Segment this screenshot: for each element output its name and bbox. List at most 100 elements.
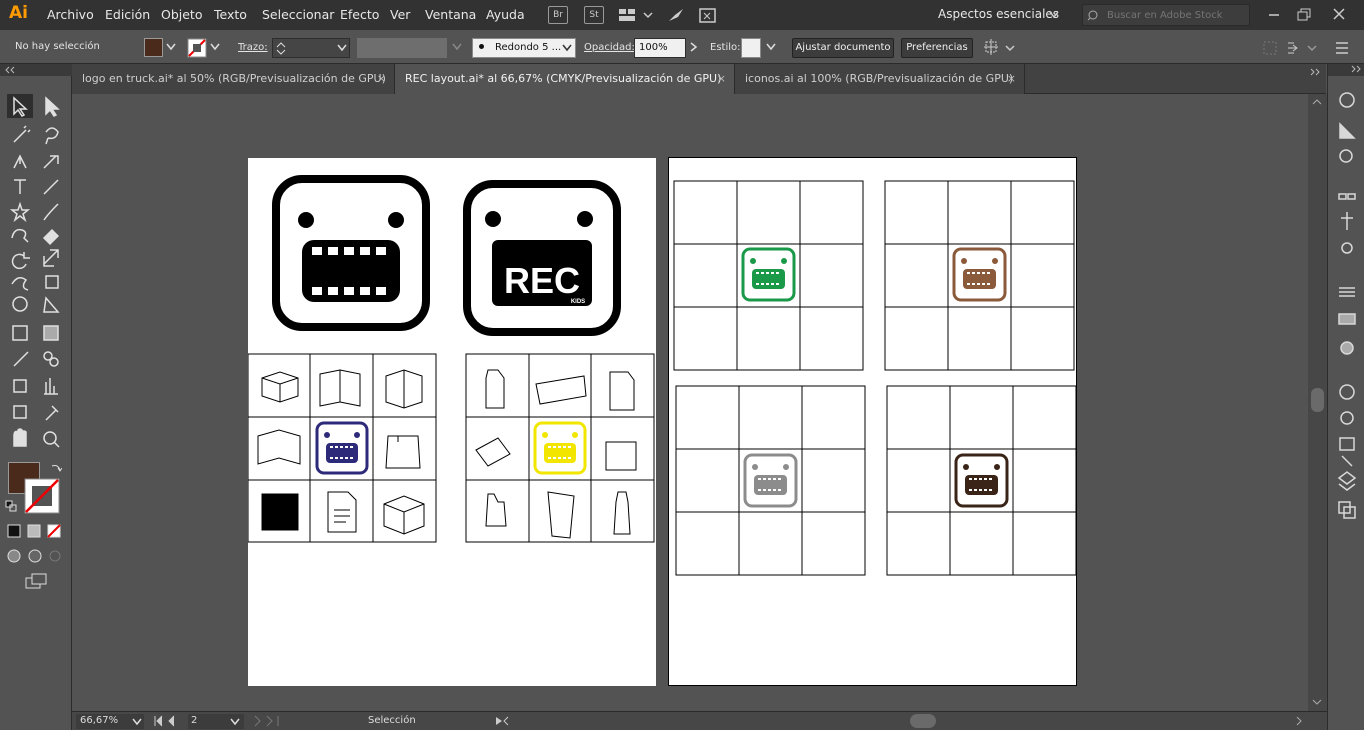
chevron-down-icon[interactable] [230, 718, 240, 726]
menu-texto[interactable]: Texto [214, 7, 247, 22]
graphic-style-swatch[interactable] [741, 38, 761, 58]
artboard-number-field[interactable]: 2 [188, 714, 244, 729]
artboard-number[interactable]: 2 [191, 715, 197, 726]
chevron-right-icon[interactable] [690, 42, 698, 52]
star-tool-icon [9, 201, 31, 223]
green-mascot [741, 247, 796, 302]
water-bottle-icon [613, 491, 631, 535]
brush-name: Redondo 5 ... [495, 42, 562, 53]
scroll-right-icon[interactable] [1294, 715, 1304, 727]
panel-icons[interactable] [1336, 92, 1358, 552]
tin-cans-icon [605, 441, 637, 471]
opacity-label[interactable]: Opacidad: [584, 42, 635, 53]
tab-rec-layout[interactable]: REC layout.ai* al 66,67% (CMYK/Previsual… [395, 64, 735, 94]
menu-archivo[interactable]: Archivo [47, 7, 94, 22]
panel-options-icons[interactable] [1262, 40, 1352, 56]
menu-edicion[interactable]: Edición [105, 7, 150, 22]
opacity-value[interactable]: 100% [639, 42, 668, 53]
default-colors-icon[interactable] [5, 500, 17, 512]
chevron-down-icon[interactable] [452, 43, 462, 51]
zoom-value[interactable]: 66,67% [80, 715, 118, 726]
search-input[interactable] [1107, 7, 1245, 23]
close-tab-icon[interactable]: × [717, 64, 726, 94]
chevron-down-icon[interactable] [337, 44, 347, 52]
stroke-label[interactable]: Trazo: [238, 42, 268, 53]
chevron-down-icon[interactable] [210, 43, 220, 51]
color-mode-icons[interactable] [7, 524, 67, 540]
close-tab-icon[interactable]: × [377, 64, 386, 94]
purple-mascot [315, 421, 369, 475]
current-tool-status[interactable]: Selección [368, 715, 416, 726]
menu-ventana[interactable]: Ventana [425, 7, 476, 22]
status-menu-arrow[interactable] [492, 715, 512, 727]
book-icon [257, 429, 301, 465]
chevron-down-icon[interactable] [1049, 11, 1059, 19]
screen-mode-icon[interactable] [24, 572, 48, 590]
scroll-down-icon[interactable] [1312, 698, 1322, 706]
stroke-color-box[interactable] [24, 478, 60, 514]
preferences-button[interactable]: Preferencias [901, 38, 973, 58]
stroke-swatch[interactable] [187, 38, 207, 58]
collapse-icon[interactable] [4, 66, 16, 74]
align-options-icon[interactable] [983, 38, 1017, 58]
eraser-tool-icon [42, 228, 60, 246]
stroke-weight-field[interactable] [272, 38, 350, 58]
menu-seleccionar[interactable]: Seleccionar [262, 7, 334, 22]
mesh-tool-icon [12, 325, 28, 341]
free-transform-tool-icon [45, 275, 59, 289]
gpu-performance-icon[interactable] [666, 6, 686, 24]
fill-swatch[interactable] [144, 38, 163, 57]
artboard-nav-next[interactable] [252, 715, 286, 727]
swap-fill-stroke-icon[interactable] [50, 462, 62, 474]
shaper-tool-icon [11, 228, 29, 243]
width-tool-icon [11, 277, 29, 291]
close-tab-icon[interactable]: × [1007, 64, 1016, 94]
artboard-1[interactable]: REC KIDS [247, 158, 656, 686]
chevron-down-icon[interactable] [132, 718, 142, 726]
scroll-thumb[interactable] [1311, 388, 1324, 412]
menu-bar: Ai Archivo Edición Objeto Texto Seleccio… [0, 0, 1364, 30]
stock-search[interactable] [1082, 4, 1250, 26]
curvature-tool-icon [43, 155, 59, 169]
appearance-panel-icon [1339, 384, 1355, 400]
expand-panels-icon[interactable] [1328, 64, 1364, 76]
sync-icon[interactable] [698, 6, 718, 24]
lasso-tool-icon [45, 127, 59, 145]
chevron-down-icon[interactable] [166, 43, 176, 51]
tab-label: iconos.ai al 100% (RGB/Previsualización … [745, 72, 1014, 85]
selection-status: No hay selección [15, 41, 100, 52]
scroll-up-icon[interactable] [1312, 98, 1322, 106]
tab-iconos[interactable]: iconos.ai al 100% (RGB/Previsualización … [735, 64, 1025, 94]
artboard-nav-prev[interactable] [152, 715, 186, 727]
canvas-area[interactable]: REC KIDS [72, 94, 1308, 711]
opacity-field[interactable]: 100% [634, 38, 686, 58]
brush-definition[interactable]: Redondo 5 ... [472, 38, 576, 58]
bridge-icon[interactable]: Br [548, 6, 568, 24]
yellow-mascot [533, 421, 587, 475]
arrange-documents-icon[interactable] [618, 7, 654, 23]
search-icon [1087, 10, 1098, 21]
vertical-scrollbar[interactable] [1308, 94, 1327, 711]
perspective-grid-tool-icon [43, 296, 60, 313]
tab-overflow-icon[interactable] [1308, 68, 1322, 78]
draw-mode-icons[interactable] [7, 548, 67, 564]
menu-ver[interactable]: Ver [390, 7, 410, 22]
panel-dock [1327, 64, 1364, 730]
tab-logo-en-truck[interactable]: logo en truck.ai* al 50% (RGB/Previsuali… [72, 64, 395, 94]
workspace-switcher[interactable]: Aspectos esenciales [938, 7, 1059, 21]
stock-icon[interactable]: St [584, 6, 604, 24]
variable-width-profile[interactable] [357, 38, 447, 58]
menu-efecto[interactable]: Efecto [340, 7, 379, 22]
menu-ayuda[interactable]: Ayuda [486, 7, 525, 22]
adjust-document-button[interactable]: Ajustar documento [792, 38, 894, 58]
tab-label: REC layout.ai* al 66,67% (CMYK/Previsual… [405, 72, 722, 85]
artboard-1-artwork: REC KIDS [247, 175, 655, 543]
chevron-down-icon[interactable] [766, 43, 776, 51]
menu-objeto[interactable]: Objeto [161, 7, 203, 22]
stepper-icon[interactable] [276, 41, 286, 55]
horizontal-scroll-thumb[interactable] [910, 714, 936, 728]
tools-panel-header[interactable] [0, 64, 72, 76]
artboard-2[interactable] [668, 157, 1077, 686]
chevron-down-icon[interactable] [562, 44, 572, 52]
zoom-field[interactable]: 66,67% [76, 714, 144, 729]
